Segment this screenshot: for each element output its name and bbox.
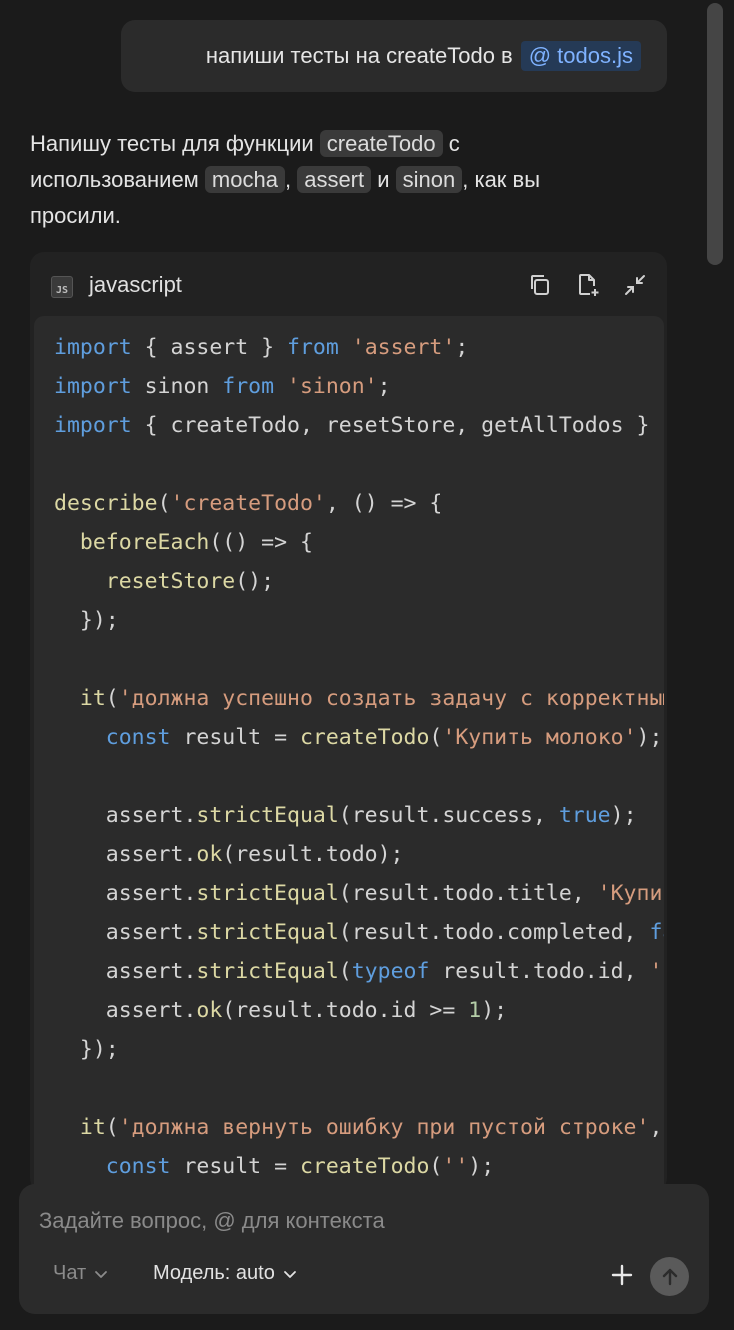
chevron-down-icon <box>283 1270 296 1278</box>
collapse-button[interactable] <box>622 272 648 298</box>
user-message-text: напиши тесты на createTodo в <box>205 43 513 68</box>
apply-file-icon <box>579 274 599 296</box>
inline-code: mocha <box>204 166 285 193</box>
apply-to-file-button[interactable] <box>575 272 601 298</box>
assistant-text: , <box>284 167 298 192</box>
code-block-header: JS javascript <box>30 252 667 316</box>
inline-code: sinon <box>395 166 463 193</box>
mode-dropdown[interactable]: Чат <box>53 1262 108 1285</box>
mode-label: Чат <box>53 1262 87 1284</box>
copy-icon <box>531 275 549 295</box>
model-label: Модель: auto <box>153 1262 275 1284</box>
add-context-button[interactable] <box>609 1262 635 1288</box>
collapse-icon <box>625 275 645 295</box>
assistant-text: использованием <box>30 167 205 192</box>
inline-code: assert <box>297 166 372 193</box>
copy-button[interactable] <box>527 272 553 298</box>
user-message: напиши тесты на createTodo в @ todos.js <box>121 20 667 92</box>
code-block: JS javascript import { assert } from 'as… <box>30 252 667 1192</box>
code-language-label: javascript <box>89 272 182 297</box>
assistant-text: Напишу тесты для функции <box>30 131 320 156</box>
chat-input[interactable] <box>37 1202 691 1240</box>
assistant-text: просили. <box>30 203 121 228</box>
send-button[interactable] <box>650 1257 689 1296</box>
code-text: import { assert } from 'assert'; import … <box>54 335 664 1179</box>
scrollbar[interactable] <box>707 3 723 265</box>
plus-icon <box>611 1264 633 1286</box>
javascript-file-icon: JS <box>51 276 73 298</box>
assistant-text: и <box>371 167 396 192</box>
inline-code: createTodo <box>319 130 443 157</box>
assistant-text: с <box>442 131 460 156</box>
assistant-message: Напишу тесты для функции createTodo с ис… <box>30 126 640 234</box>
code-content: import { assert } from 'assert'; import … <box>34 316 664 1192</box>
chevron-down-icon <box>95 1270 108 1278</box>
model-dropdown[interactable]: Модель: auto <box>153 1262 297 1285</box>
assistant-text: , как вы <box>462 167 541 192</box>
file-mention[interactable]: @ todos.js <box>520 41 641 71</box>
chat-input-panel: Чат Модель: auto <box>19 1184 709 1314</box>
arrow-up-icon <box>662 1268 677 1285</box>
